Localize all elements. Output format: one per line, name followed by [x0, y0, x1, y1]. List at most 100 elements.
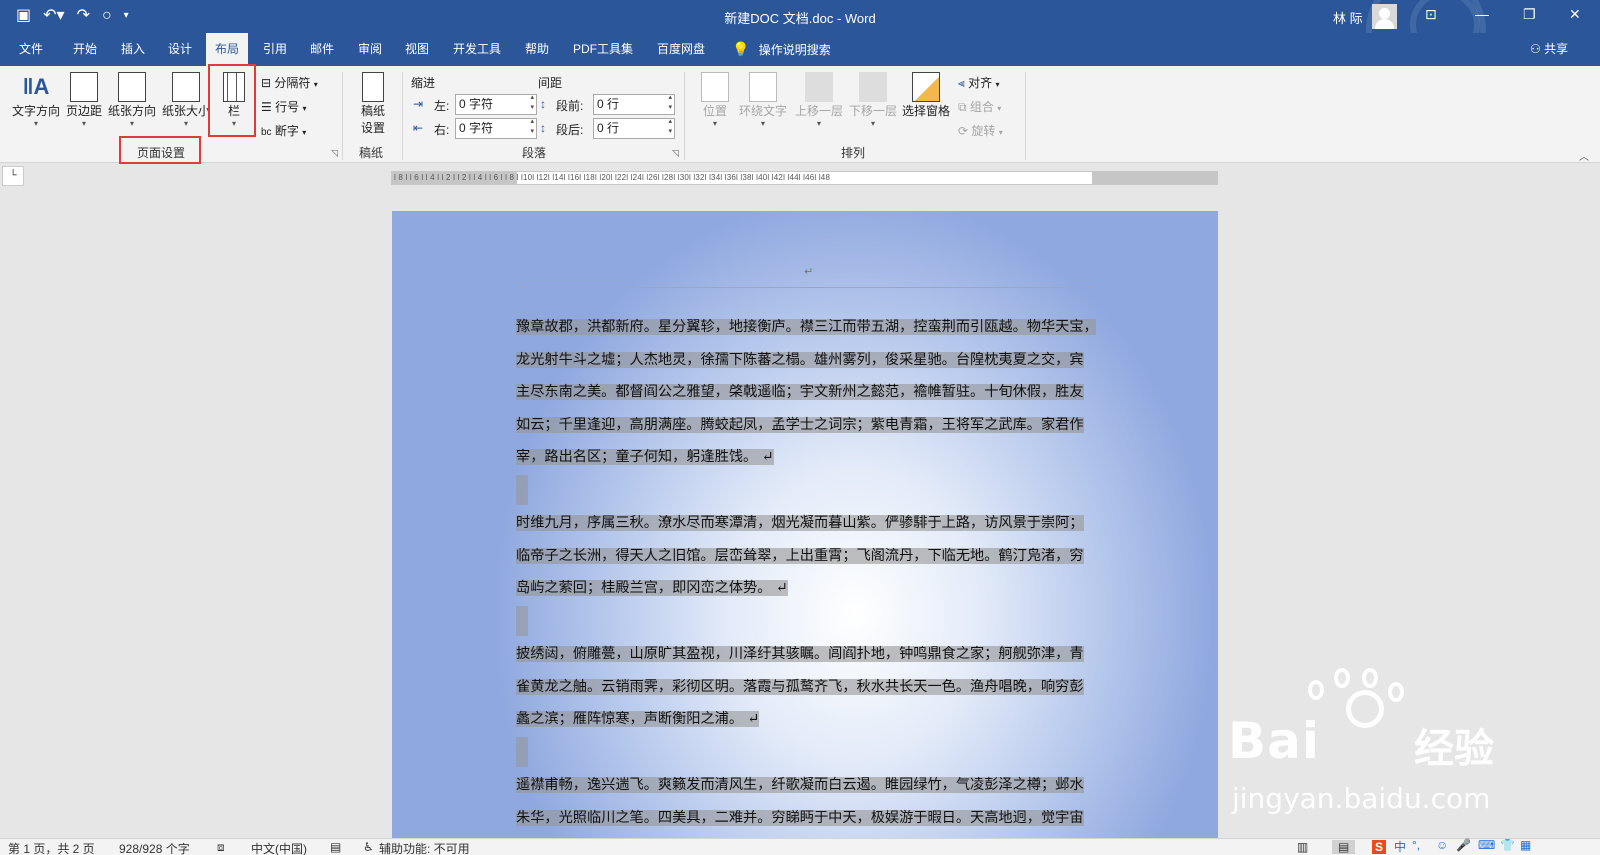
microphone-icon[interactable]: 🎤 [1456, 838, 1471, 852]
tab-mailings[interactable]: 邮件 [310, 33, 334, 66]
position-button[interactable]: 位置 ▾ [696, 72, 734, 129]
dialog-launcher-icon[interactable]: ◹ [331, 148, 338, 159]
bring-forward-button[interactable]: 上移一层 ▾ [792, 72, 846, 129]
margins-button[interactable]: 页边距 ▾ [64, 72, 104, 129]
sogou-ime-icon[interactable]: S [1372, 840, 1387, 854]
tell-me-search[interactable]: 💡 操作说明搜索 [732, 33, 831, 67]
group-separator [342, 72, 343, 160]
hyphenation-button[interactable]: bc 断字 ▾ [261, 122, 306, 139]
word-count[interactable]: 928/928 个字 [119, 840, 190, 855]
spacing-after-input[interactable]: 0 行 [593, 117, 675, 139]
ribbon-layout: ‖A 文字方向 ▾ 页边距 ▾ 纸张方向 ▾ 纸张大小 ▾ 栏 ▾ ⊟ 分隔符 … [0, 64, 1600, 164]
restore-icon[interactable]: ❐ [1523, 6, 1536, 23]
paragraph-mark-icon: ↵ [743, 711, 760, 728]
group-icon: ⧉ [958, 100, 967, 114]
print-layout-icon[interactable]: ▤ [1332, 840, 1356, 854]
share-button[interactable]: ⚇ 共享 [1530, 33, 1568, 66]
highlight-box-page-setup [119, 136, 201, 164]
chevron-down-icon: ▾ [313, 80, 318, 89]
highlight-box-columns [208, 64, 256, 137]
tab-design[interactable]: 设计 [168, 33, 192, 66]
minimize-icon[interactable]: — [1475, 6, 1489, 22]
chevron-down-icon: ▾ [129, 119, 134, 128]
macro-icon[interactable]: ▤ [330, 840, 341, 854]
indent-left-input[interactable]: 0 字符 [455, 93, 537, 115]
tab-review[interactable]: 审阅 [358, 33, 382, 66]
bring-forward-label: 上移一层 [794, 104, 843, 118]
paragraph-4[interactable]: 遥襟甫畅，逸兴遄飞。爽籁发而清风生，纤歌凝而白云遏。睢园绿竹，气凌彭泽之樽；邺水… [516, 769, 1096, 834]
manuscript-group-label: 稿纸 [359, 146, 384, 160]
text-line: 时维九月，序属三秋。潦水尽而寒潭清，烟光凝而暮山紫。俨骖騑于上路，访风景于崇阿； [516, 515, 1084, 531]
group-button[interactable]: ⧉ 组合 ▾ [958, 98, 1001, 115]
paw-toe [1308, 680, 1324, 700]
line-numbers-icon: ☰ [261, 100, 272, 114]
tab-insert[interactable]: 插入 [121, 33, 145, 66]
tab-references[interactable]: 引用 [263, 33, 287, 66]
language-indicator[interactable]: 中文(中国) [251, 840, 307, 855]
tab-selector-icon[interactable]: └ [2, 166, 24, 186]
avatar[interactable] [1372, 4, 1397, 29]
tab-help[interactable]: 帮助 [525, 33, 549, 66]
selection-pane-button[interactable]: 选择窗格 [900, 72, 952, 119]
tab-layout[interactable]: 布局 [206, 33, 249, 66]
line-numbers-button[interactable]: ☰ 行号 ▾ [261, 98, 306, 115]
toolbox-icon[interactable]: ▦ [1520, 838, 1531, 852]
page-count[interactable]: 第 1 页，共 2 页 [8, 840, 95, 855]
send-backward-button[interactable]: 下移一层 ▾ [846, 72, 900, 129]
text-direction-label: 文字方向 [11, 104, 60, 118]
margins-label: 页边距 [65, 104, 102, 118]
proofing-icon[interactable]: ⧈ [217, 840, 225, 855]
keyboard-icon[interactable]: ⌨ [1478, 838, 1495, 852]
paragraph-2[interactable]: 时维九月，序属三秋。潦水尽而寒潭清，烟光凝而暮山紫。俨骖騑于上路，访风景于崇阿；… [516, 507, 1096, 605]
empty-paragraph [516, 606, 528, 636]
lightbulb-icon: 💡 [732, 41, 750, 57]
paragraph-mark-icon: ↵ [804, 266, 814, 278]
tab-pdf-tools[interactable]: PDF工具集 [573, 33, 633, 66]
breaks-button[interactable]: ⊟ 分隔符 ▾ [261, 74, 318, 91]
group-label: 组合 [969, 100, 994, 114]
punctuation-icon[interactable]: °, [1412, 838, 1420, 852]
chevron-down-icon: ▾ [816, 119, 821, 128]
manuscript-settings-button[interactable]: 稿纸 设置 [352, 72, 394, 136]
skin-icon[interactable]: 👕 [1500, 838, 1515, 852]
collapse-ribbon-icon[interactable]: ︿ [1579, 148, 1589, 163]
paragraph-1[interactable]: 豫章故郡，洪都新府。星分翼轸，地接衡庐。襟三江而带五湖，控蛮荆而引瓯越。物华天宝… [516, 311, 1096, 474]
dialog-launcher-icon[interactable]: ◹ [672, 148, 679, 159]
tab-home[interactable]: 开始 [73, 33, 97, 66]
document-page[interactable]: ↵ 豫章故郡，洪都新府。星分翼轸，地接衡庐。襟三江而带五湖，控蛮荆而引瓯越。物华… [392, 211, 1218, 841]
close-icon[interactable]: ✕ [1569, 6, 1581, 23]
accessibility-status[interactable]: 辅助功能: 不可用 [379, 840, 470, 855]
align-button[interactable]: ⫷ 对齐 ▾ [958, 74, 1000, 91]
horizontal-ruler[interactable]: l 8 l l 6 l l 4 l l 2 l l 2 l l 4 l l 6 … [391, 171, 1218, 185]
read-mode-icon[interactable]: ▥ [1297, 840, 1308, 854]
tab-file[interactable]: 文件 [19, 33, 43, 66]
user-name[interactable]: 林 际 [1333, 8, 1363, 27]
spacing-before-input[interactable]: 0 行 [593, 93, 675, 115]
accessibility-icon[interactable]: ♿ [363, 840, 374, 854]
indent-right-input[interactable]: 0 字符 [455, 117, 537, 139]
text-line: 宰，路出名区；童子何知，躬逢胜饯。 [516, 449, 758, 466]
text-direction-button[interactable]: ‖A 文字方向 ▾ [8, 72, 64, 129]
emoji-icon[interactable]: ☺ [1436, 838, 1448, 852]
paragraph-mark-icon: ↵ [757, 449, 774, 466]
send-backward-label: 下移一层 [848, 104, 897, 118]
size-button[interactable]: 纸张大小 ▾ [160, 72, 212, 129]
send-backward-icon [859, 72, 887, 102]
paragraph-3[interactable]: 披绣闼，俯雕甍，山原旷其盈视，川泽纡其骇瞩。闾阎扑地，钟鸣鼎食之家；舸舰弥津，青… [516, 638, 1096, 736]
share-label: 共享 [1544, 42, 1569, 56]
rotate-button[interactable]: ⟳ 旋转 ▾ [958, 122, 1003, 139]
text-direction-icon: ‖A [22, 74, 50, 99]
orientation-button[interactable]: 纸张方向 ▾ [106, 72, 158, 129]
tell-me-label: 操作说明搜索 [758, 43, 831, 57]
chevron-down-icon: ▾ [870, 119, 875, 128]
tab-developer[interactable]: 开发工具 [453, 33, 501, 66]
wrap-text-button[interactable]: 环绕文字 ▾ [736, 72, 790, 129]
spacing-after-icon: ↕ [540, 121, 546, 135]
ime-mode[interactable]: 中 [1394, 838, 1406, 855]
spacing-before-label: 段前: [556, 99, 584, 113]
ribbon-display-options-icon[interactable]: ⊡ [1425, 6, 1437, 23]
tab-baidu-netdisk[interactable]: 百度网盘 [657, 33, 705, 66]
tab-view[interactable]: 视图 [405, 33, 429, 66]
empty-paragraph [516, 737, 528, 767]
indent-left-icon: ⇥ [413, 97, 424, 111]
